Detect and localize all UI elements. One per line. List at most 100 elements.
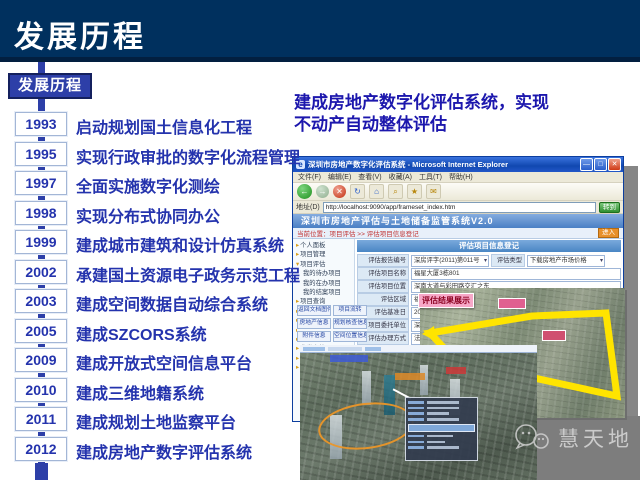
folder-icon: ▸ bbox=[296, 251, 299, 258]
milestone-text: 建成三维地籍系统 bbox=[76, 380, 204, 404]
info-row bbox=[408, 446, 475, 449]
subnav-action-button[interactable]: 进入 bbox=[598, 228, 619, 238]
tree-item[interactable]: ▾项目评估 bbox=[296, 260, 354, 269]
timeline-spine-end bbox=[35, 463, 48, 480]
menu-favorites[interactable]: 收藏(A) bbox=[389, 172, 412, 182]
skyscraper bbox=[362, 371, 371, 405]
info-row-highlighted[interactable] bbox=[408, 424, 475, 432]
minimize-button[interactable]: — bbox=[580, 158, 593, 171]
browser-toolbar: ← → ✕ ↻ ⌂ ⌕ ★ ✉ bbox=[293, 183, 623, 201]
year-box: 2009 bbox=[15, 348, 67, 372]
app-header: 深圳市房地产评估与土地储备监管系统V2.0 bbox=[293, 214, 623, 228]
tree-item[interactable]: ▸项目管理 bbox=[296, 250, 354, 259]
milestone-text: 建成空间数据自动综合系统 bbox=[76, 291, 268, 315]
year-box: 1997 bbox=[15, 171, 67, 195]
milestone-text: 承建国土资源电子政务示范工程 bbox=[76, 262, 300, 286]
search-icon[interactable]: ⌕ bbox=[388, 184, 403, 199]
result-display-tag: 评估结果展示 bbox=[418, 293, 474, 308]
browser-menubar: 文件(F) 编辑(E) 查看(V) 收藏(A) 工具(T) 帮助(H) bbox=[293, 172, 623, 183]
action-button[interactable]: 项目流转 bbox=[333, 305, 367, 316]
action-button-grid: 返回文档图件 项目流转 房地产信息 规划核查信息 附件信息 空间位置信息 bbox=[297, 305, 367, 342]
page-title: 发展历程 bbox=[14, 12, 146, 56]
window-controls: — □ ✕ bbox=[580, 158, 621, 171]
favorites-icon[interactable]: ★ bbox=[407, 184, 422, 199]
banner-divider bbox=[0, 57, 640, 62]
report-number-select[interactable]: 深房评字(2011)第011号 bbox=[411, 255, 489, 267]
action-button[interactable]: 空间位置信息 bbox=[333, 331, 367, 342]
action-button[interactable]: 附件信息 bbox=[297, 331, 331, 342]
browser-row-strip bbox=[300, 345, 537, 353]
year-box: 2011 bbox=[15, 407, 67, 431]
address-input[interactable]: http://localhost:9090/app/frameset_index… bbox=[323, 202, 596, 213]
action-button[interactable]: 房地产信息 bbox=[297, 318, 331, 329]
menu-file[interactable]: 文件(F) bbox=[298, 172, 321, 182]
building-label bbox=[542, 330, 566, 341]
milestone-text: 建成开放式空间信息平台 bbox=[76, 350, 252, 374]
address-label: 地址(D) bbox=[296, 202, 320, 212]
back-icon[interactable]: ← bbox=[297, 184, 312, 199]
building-label bbox=[498, 298, 526, 309]
tree-item[interactable]: 我的在办项目 bbox=[296, 279, 354, 288]
milestone-text: 建成城市建筑和设计仿真系统 bbox=[76, 232, 284, 256]
milestone-text: 启动规划国土信息化工程 bbox=[76, 114, 252, 138]
go-button[interactable]: 转到 bbox=[599, 202, 620, 213]
field-label: 评估报告编号 bbox=[357, 254, 409, 267]
tree-item[interactable]: 我的结案项目 bbox=[296, 288, 354, 297]
field-label: 评估类型 bbox=[491, 254, 525, 267]
watermark-text: 慧天地 bbox=[558, 423, 633, 453]
year-box: 2003 bbox=[15, 289, 67, 313]
property-info-popup bbox=[405, 397, 478, 461]
folder-icon: ▸ bbox=[296, 345, 299, 352]
info-row bbox=[408, 418, 475, 421]
map-text-label bbox=[446, 367, 466, 374]
folder-icon: ▸ bbox=[296, 364, 299, 371]
field-label: 评估项目名称 bbox=[357, 267, 409, 280]
media-icon[interactable]: ✉ bbox=[426, 184, 441, 199]
milestone-text: 建成SZCORS系统 bbox=[76, 321, 207, 345]
app-subnav: 当前位置：项目评估 >> 评估项目信息登记 进入 bbox=[293, 228, 623, 239]
eval-type-select[interactable]: 下载房地产市场价格 bbox=[527, 255, 605, 267]
info-row bbox=[408, 401, 475, 404]
year-box: 1995 bbox=[15, 142, 67, 166]
perspective-city-photo bbox=[300, 345, 537, 480]
browser-window-title: 深圳市房地产数字化评估系统 - Microsoft Internet Explo… bbox=[308, 159, 580, 170]
year-box: 1999 bbox=[15, 230, 67, 254]
folder-icon: ▸ bbox=[296, 242, 299, 249]
milestone-text: 全面实施数字化测绘 bbox=[76, 173, 220, 197]
browser-titlebar[interactable]: e 深圳市房地产数字化评估系统 - Microsoft Internet Exp… bbox=[293, 157, 623, 172]
info-row bbox=[408, 407, 475, 410]
form-row: 评估报告编号 深房评字(2011)第011号 评估类型 下载房地产市场价格 bbox=[357, 254, 621, 267]
menu-edit[interactable]: 编辑(E) bbox=[328, 172, 351, 182]
action-button[interactable]: 规划核查信息 bbox=[333, 318, 367, 329]
close-button[interactable]: ✕ bbox=[608, 158, 621, 171]
ui-chip bbox=[365, 347, 381, 351]
tree-item[interactable]: 我的待办项目 bbox=[296, 269, 354, 278]
heading-line-2: 不动产自动整体评估 bbox=[294, 114, 636, 136]
folder-icon: ▸ bbox=[296, 355, 299, 362]
milestone-text: 实现行政审批的数字化流程管理 bbox=[76, 144, 300, 168]
ui-chip bbox=[303, 347, 325, 351]
tree-item[interactable]: ▸个人面板 bbox=[296, 241, 354, 250]
title-banner: 发展历程 bbox=[0, 0, 640, 62]
action-button[interactable]: 返回文档图件 bbox=[297, 305, 331, 316]
refresh-icon[interactable]: ↻ bbox=[350, 184, 365, 199]
home-icon[interactable]: ⌂ bbox=[369, 184, 384, 199]
map-text-label bbox=[395, 373, 425, 380]
slide: 发展历程 发展历程 1993 启动规划国土信息化工程 1995 实现行政审批的数… bbox=[0, 0, 640, 480]
watermark: 慧天地 bbox=[514, 423, 633, 453]
timeline-badge: 发展历程 bbox=[8, 73, 92, 99]
menu-view[interactable]: 查看(V) bbox=[358, 172, 381, 182]
menu-help[interactable]: 帮助(H) bbox=[449, 172, 473, 182]
milestone-text: 实现分布式协同办公 bbox=[76, 203, 220, 227]
stop-icon[interactable]: ✕ bbox=[333, 185, 346, 198]
info-row bbox=[408, 435, 475, 438]
forward-icon[interactable]: → bbox=[316, 185, 329, 198]
form-title: 评估项目信息登记 bbox=[357, 240, 621, 252]
address-bar: 地址(D) http://localhost:9090/app/frameset… bbox=[293, 201, 623, 214]
menu-tools[interactable]: 工具(T) bbox=[419, 172, 442, 182]
breadcrumb: 当前位置：项目评估 >> 评估项目信息登记 bbox=[297, 228, 419, 238]
ui-chip bbox=[328, 347, 362, 351]
project-name-input[interactable]: 福星大厦3栋801 bbox=[411, 268, 621, 280]
milestone-text: 建成房地产数字评估系统 bbox=[76, 439, 252, 463]
maximize-button[interactable]: □ bbox=[594, 158, 607, 171]
